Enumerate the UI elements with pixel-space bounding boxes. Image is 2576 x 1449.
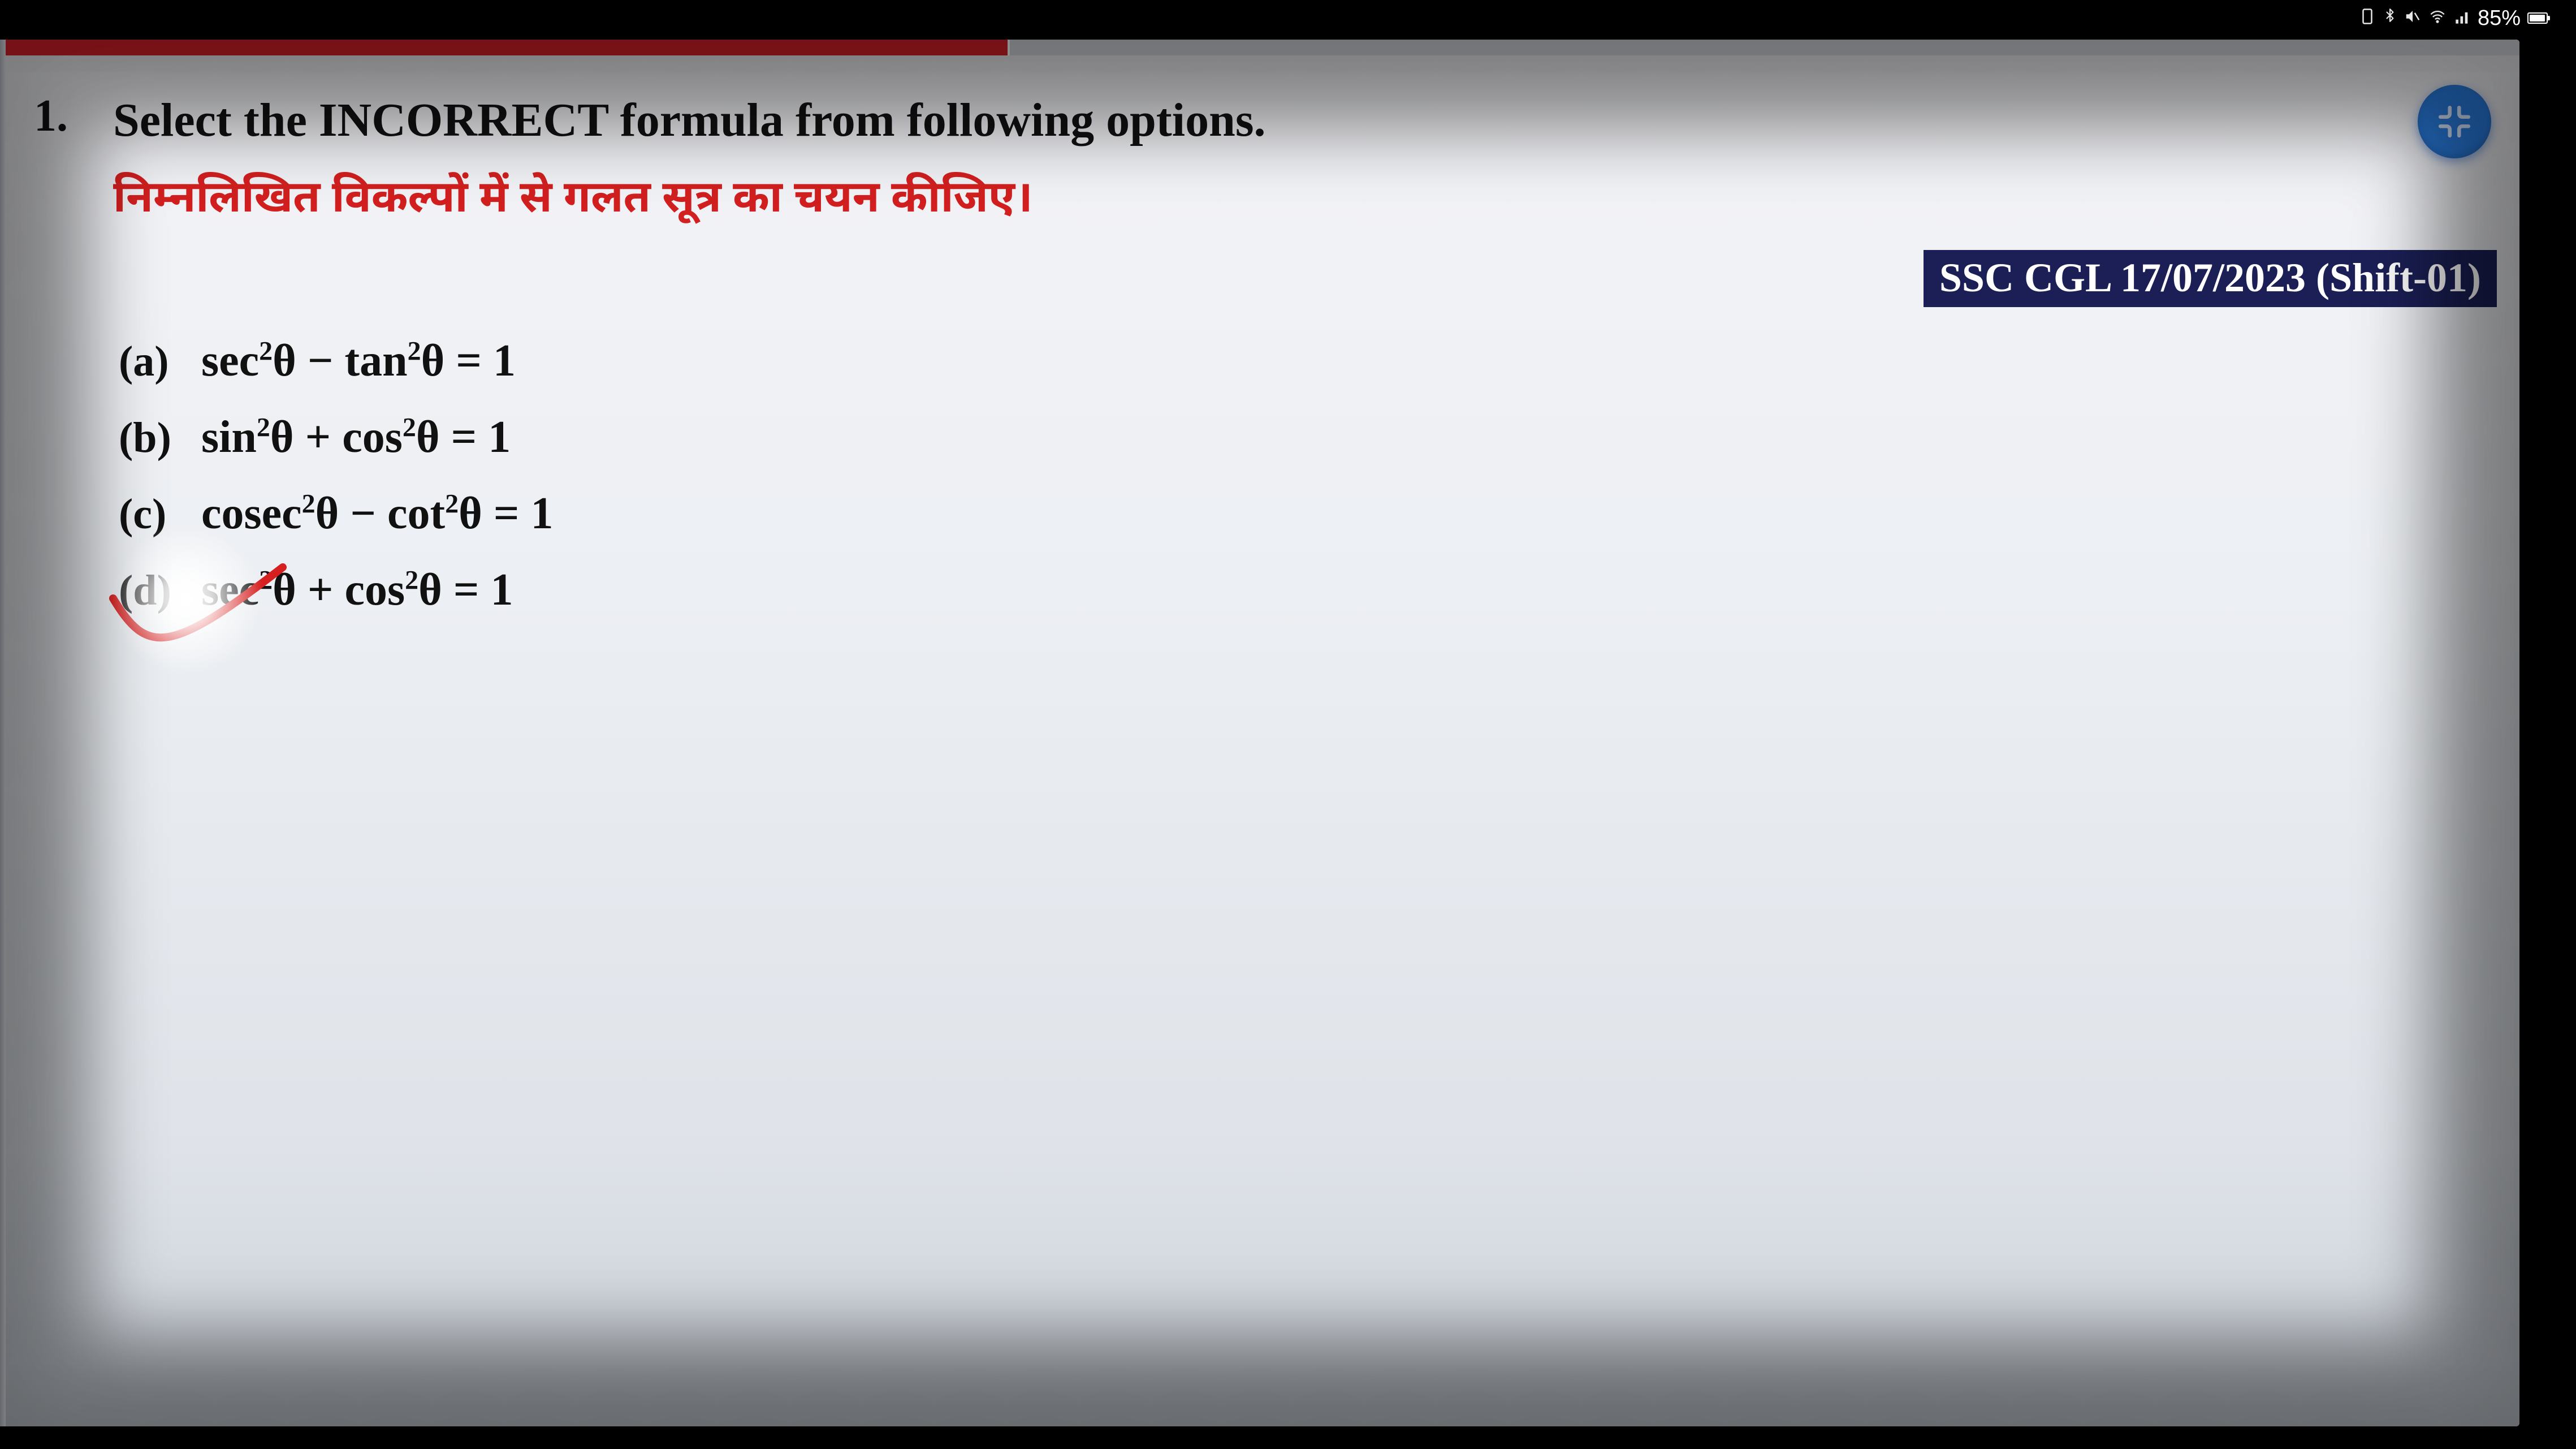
question-text-hindi: निम्नलिखित विकल्पों में से गलत सूत्र का … [113, 172, 2497, 230]
battery-icon [2527, 12, 2548, 24]
option-label: (a) [119, 337, 187, 386]
header-bar [0, 40, 2519, 55]
option-label: (d) [119, 566, 187, 615]
option-formula: sec2θ + cos2θ = 1 [201, 564, 513, 616]
option-a[interactable]: (a) sec2θ − tan2θ = 1 [119, 335, 2497, 387]
signal-icon [2454, 6, 2471, 31]
battery-percent: 85% [2478, 6, 2521, 31]
option-formula: sin2θ + cos2θ = 1 [201, 412, 511, 463]
option-formula: sec2θ − tan2θ = 1 [201, 335, 516, 387]
portrait-lock-icon [2359, 6, 2376, 31]
option-formula: cosec2θ − cot2θ = 1 [201, 488, 554, 540]
page-left-edge [0, 40, 6, 1426]
question-text-english: Select the INCORRECT formula from follow… [113, 90, 2497, 150]
question-block: 1. Select the INCORRECT formula from fol… [34, 90, 2497, 616]
document-page: 1. Select the INCORRECT formula from fol… [0, 40, 2519, 1426]
exit-fullscreen-button[interactable] [2418, 85, 2491, 158]
question-number: 1. [34, 90, 85, 142]
options-list: (a) sec2θ − tan2θ = 1 (b) sin2θ + cos2θ = 1… [119, 335, 2497, 616]
exam-source-tag: SSC CGL 17/07/2023 (Shift-01) [1924, 250, 2497, 307]
wifi-icon [2428, 6, 2447, 31]
option-label: (c) [119, 490, 187, 539]
option-label: (b) [119, 413, 187, 463]
option-d[interactable]: (d) sec2θ + cos2θ = 1 [119, 564, 2497, 616]
header-grey-strip [1008, 40, 2519, 55]
volume-mute-icon [2404, 6, 2421, 31]
status-bar: 85% [2359, 6, 2548, 31]
header-red-strip [0, 40, 1008, 55]
device-screen: 85% 1. Select the INCORRECT formula from… [0, 0, 2576, 1449]
option-c[interactable]: (c) cosec2θ − cot2θ = 1 [119, 488, 2497, 540]
minimize-icon [2436, 103, 2473, 140]
option-b[interactable]: (b) sin2θ + cos2θ = 1 [119, 412, 2497, 463]
bluetooth-icon [2383, 6, 2397, 31]
